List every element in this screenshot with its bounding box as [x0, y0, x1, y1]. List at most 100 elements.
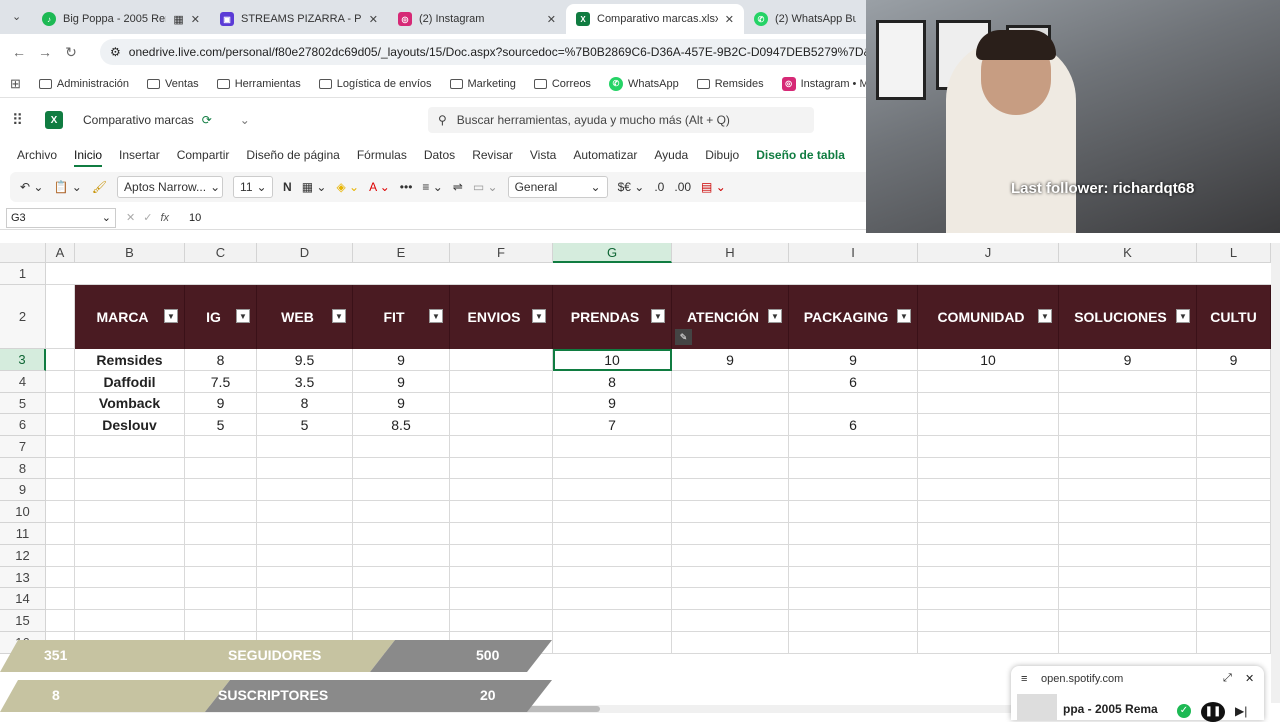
grid-cell[interactable] — [672, 436, 789, 458]
filter-dropdown-icon[interactable]: ▼ — [651, 309, 665, 323]
grid-cell[interactable] — [46, 610, 75, 632]
score-cell[interactable]: 10 — [553, 349, 672, 371]
grid-cell[interactable] — [1059, 610, 1197, 632]
grid-cell[interactable] — [1059, 479, 1197, 501]
grid-cell[interactable] — [918, 588, 1059, 610]
score-cell[interactable] — [450, 393, 553, 414]
tab-insertar[interactable]: Insertar — [119, 148, 160, 162]
grid-cell[interactable] — [1197, 588, 1271, 610]
borders-icon[interactable]: ▦ ⌄ — [302, 180, 327, 194]
grid-cell[interactable] — [918, 458, 1059, 479]
grid-cell[interactable] — [1197, 632, 1271, 654]
grid-cell[interactable] — [1197, 567, 1271, 588]
cancel-icon[interactable]: ✕ — [126, 211, 135, 224]
grid-cell[interactable] — [1059, 588, 1197, 610]
grid-cell[interactable] — [672, 458, 789, 479]
score-cell[interactable] — [450, 371, 553, 393]
grid-cell[interactable] — [185, 458, 257, 479]
filter-dropdown-icon[interactable]: ▼ — [1038, 309, 1052, 323]
table-header-cell[interactable]: COMUNIDAD ▼ — [918, 285, 1059, 349]
score-cell[interactable] — [672, 414, 789, 436]
filter-dropdown-icon[interactable]: ▼ — [429, 309, 443, 323]
paste-icon[interactable]: 📋 ⌄ — [53, 180, 81, 194]
score-cell[interactable]: 9 — [553, 393, 672, 414]
grid-cell[interactable] — [450, 610, 553, 632]
tab-instagram[interactable]: ◎ (2) Instagram ✕ — [388, 4, 566, 34]
column-header-g[interactable]: G — [553, 243, 672, 263]
grid-cell[interactable] — [918, 501, 1059, 523]
grid-cell[interactable] — [789, 632, 918, 654]
grid-cell[interactable] — [450, 436, 553, 458]
grid-cell[interactable] — [75, 545, 185, 567]
column-header-h[interactable]: H — [672, 243, 789, 263]
grid-cell[interactable] — [185, 610, 257, 632]
score-cell[interactable]: 10 — [918, 349, 1059, 371]
grid-cell[interactable] — [46, 501, 75, 523]
score-cell[interactable]: 5 — [185, 414, 257, 436]
grid-cell[interactable] — [553, 588, 672, 610]
quick-analysis-icon[interactable]: ✎ — [675, 329, 692, 345]
wrap-text-icon[interactable]: ⇌ — [453, 180, 463, 194]
grid-cell[interactable] — [46, 393, 75, 414]
score-cell[interactable]: 8 — [553, 371, 672, 393]
grid-cell[interactable] — [46, 545, 75, 567]
reload-icon[interactable]: ↻ — [58, 44, 84, 61]
row-header-1[interactable]: 1 — [0, 263, 46, 285]
tab-formulas[interactable]: Fórmulas — [357, 148, 407, 162]
row-header-14[interactable]: 14 — [0, 588, 46, 610]
grid-cell[interactable] — [257, 545, 353, 567]
score-cell[interactable]: 8 — [185, 349, 257, 371]
column-header-b[interactable]: B — [75, 243, 185, 263]
score-cell[interactable]: 9 — [789, 349, 918, 371]
column-header-e[interactable]: E — [353, 243, 450, 263]
bookmark-correos[interactable]: Correos — [533, 78, 591, 90]
grid-cell[interactable] — [450, 263, 553, 285]
grid-cell[interactable] — [918, 263, 1059, 285]
row-header-15[interactable]: 15 — [0, 610, 46, 632]
grid-cell[interactable] — [353, 458, 450, 479]
tab-compartir[interactable]: Compartir — [177, 148, 230, 162]
table-header-cell[interactable]: FIT ▼ — [353, 285, 450, 349]
grid-cell[interactable] — [75, 588, 185, 610]
grid-cell[interactable] — [353, 501, 450, 523]
row-header-5[interactable]: 5 — [0, 393, 46, 414]
grid-cell[interactable] — [672, 545, 789, 567]
row-header-4[interactable]: 4 — [0, 371, 46, 393]
tab-vista[interactable]: Vista — [530, 148, 556, 162]
file-name[interactable]: Comparativo marcas — [83, 113, 194, 127]
score-cell[interactable] — [1197, 371, 1271, 393]
row-header-9[interactable]: 9 — [0, 479, 46, 501]
grid-cell[interactable] — [1197, 545, 1271, 567]
grid-cell[interactable] — [185, 588, 257, 610]
score-cell[interactable]: 9 — [353, 393, 450, 414]
table-header-cell[interactable]: ENVIOS ▼ — [450, 285, 553, 349]
column-header-c[interactable]: C — [185, 243, 257, 263]
grid-cell[interactable] — [46, 458, 75, 479]
grid-cell[interactable] — [918, 479, 1059, 501]
back-icon[interactable]: ← — [6, 44, 32, 60]
grid-cell[interactable] — [46, 588, 75, 610]
select-all-corner[interactable] — [0, 243, 46, 263]
currency-icon[interactable]: $€ ⌄ — [618, 180, 645, 194]
grid-cell[interactable] — [789, 501, 918, 523]
grid-cell[interactable] — [46, 523, 75, 545]
font-name-select[interactable]: Aptos Narrow... ⌄ — [117, 176, 224, 198]
grid-cell[interactable] — [450, 523, 553, 545]
grid-cell[interactable] — [353, 588, 450, 610]
grid-cell[interactable] — [75, 479, 185, 501]
score-cell[interactable]: 6 — [789, 414, 918, 436]
table-header-cell[interactable]: PACKAGING ▼ — [789, 285, 918, 349]
grid-cell[interactable] — [1059, 458, 1197, 479]
column-header-j[interactable]: J — [918, 243, 1059, 263]
score-cell[interactable] — [1059, 414, 1197, 436]
column-header-l[interactable]: L — [1197, 243, 1271, 263]
score-cell[interactable] — [450, 349, 553, 371]
brand-cell[interactable]: Remsides — [75, 349, 185, 371]
grid-cell[interactable] — [257, 436, 353, 458]
grid-cell[interactable] — [353, 567, 450, 588]
table-header-cell[interactable]: IG ▼ — [185, 285, 257, 349]
close-tab-icon[interactable]: ✕ — [369, 13, 378, 26]
grid-cell[interactable] — [353, 610, 450, 632]
grid-cell[interactable] — [353, 545, 450, 567]
grid-cell[interactable] — [450, 458, 553, 479]
